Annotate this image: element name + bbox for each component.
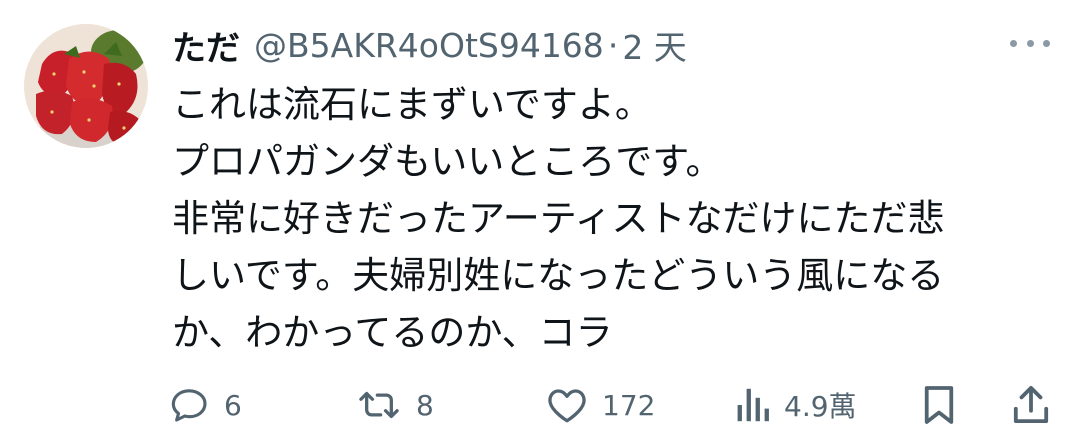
strawberries-image: [24, 24, 148, 148]
action-bar: 6 8 172 4.9萬: [0, 380, 1080, 430]
heart-icon: [548, 389, 586, 423]
tweet-text: これは流石にまずいですよ。 プロパガンダもいいところです。 非常に好きだったアー…: [172, 76, 1052, 361]
tweet-text-line: か、わかってるのか、コラ: [172, 311, 613, 354]
retweet-count: 8: [416, 388, 434, 422]
timestamp[interactable]: 2 天: [622, 21, 687, 69]
more-options-button[interactable]: [1010, 28, 1050, 58]
views-chart-icon: [737, 388, 769, 422]
tweet-header: ただ @B5AKR4oOtS94168 · 2 天: [172, 20, 687, 70]
views-count: 4.9萬: [784, 390, 857, 423]
display-name[interactable]: ただ: [172, 21, 240, 70]
like-count: 172: [602, 388, 656, 422]
bookmark-icon: [924, 386, 954, 424]
user-handle[interactable]: @B5AKR4oOtS94168: [254, 26, 604, 65]
share-upload-icon: [1013, 386, 1049, 424]
like-button[interactable]: 172: [546, 380, 655, 430]
bookmark-button[interactable]: [922, 380, 956, 430]
tweet-text-line: 非常に好きだったアーティストなだけにただ悲: [172, 197, 945, 240]
tweet-card[interactable]: ただ @B5AKR4oOtS94168 · 2 天 これは流石にまずいですよ。 …: [0, 0, 1080, 441]
share-button[interactable]: [1012, 380, 1050, 430]
reply-count: 6: [224, 388, 242, 422]
retweet-icon: [359, 391, 399, 419]
tweet-text-line: これは流石にまずいですよ。: [172, 83, 652, 126]
more-dot: [1026, 39, 1034, 47]
tweet-text-line: しいです。夫婦別姓になったどういう風になる: [172, 254, 945, 297]
reply-button[interactable]: 6: [170, 380, 242, 430]
more-horizontal-icon: [1010, 39, 1017, 47]
tweet-text-line: プロパガンダもいいところです。: [172, 140, 723, 183]
reply-bubble-icon: [171, 389, 207, 422]
views-button[interactable]: 4.9萬: [734, 380, 857, 430]
retweet-button[interactable]: 8: [356, 380, 434, 430]
separator-dot: ·: [607, 25, 619, 65]
avatar[interactable]: [24, 24, 148, 148]
more-dot: [1043, 39, 1050, 47]
